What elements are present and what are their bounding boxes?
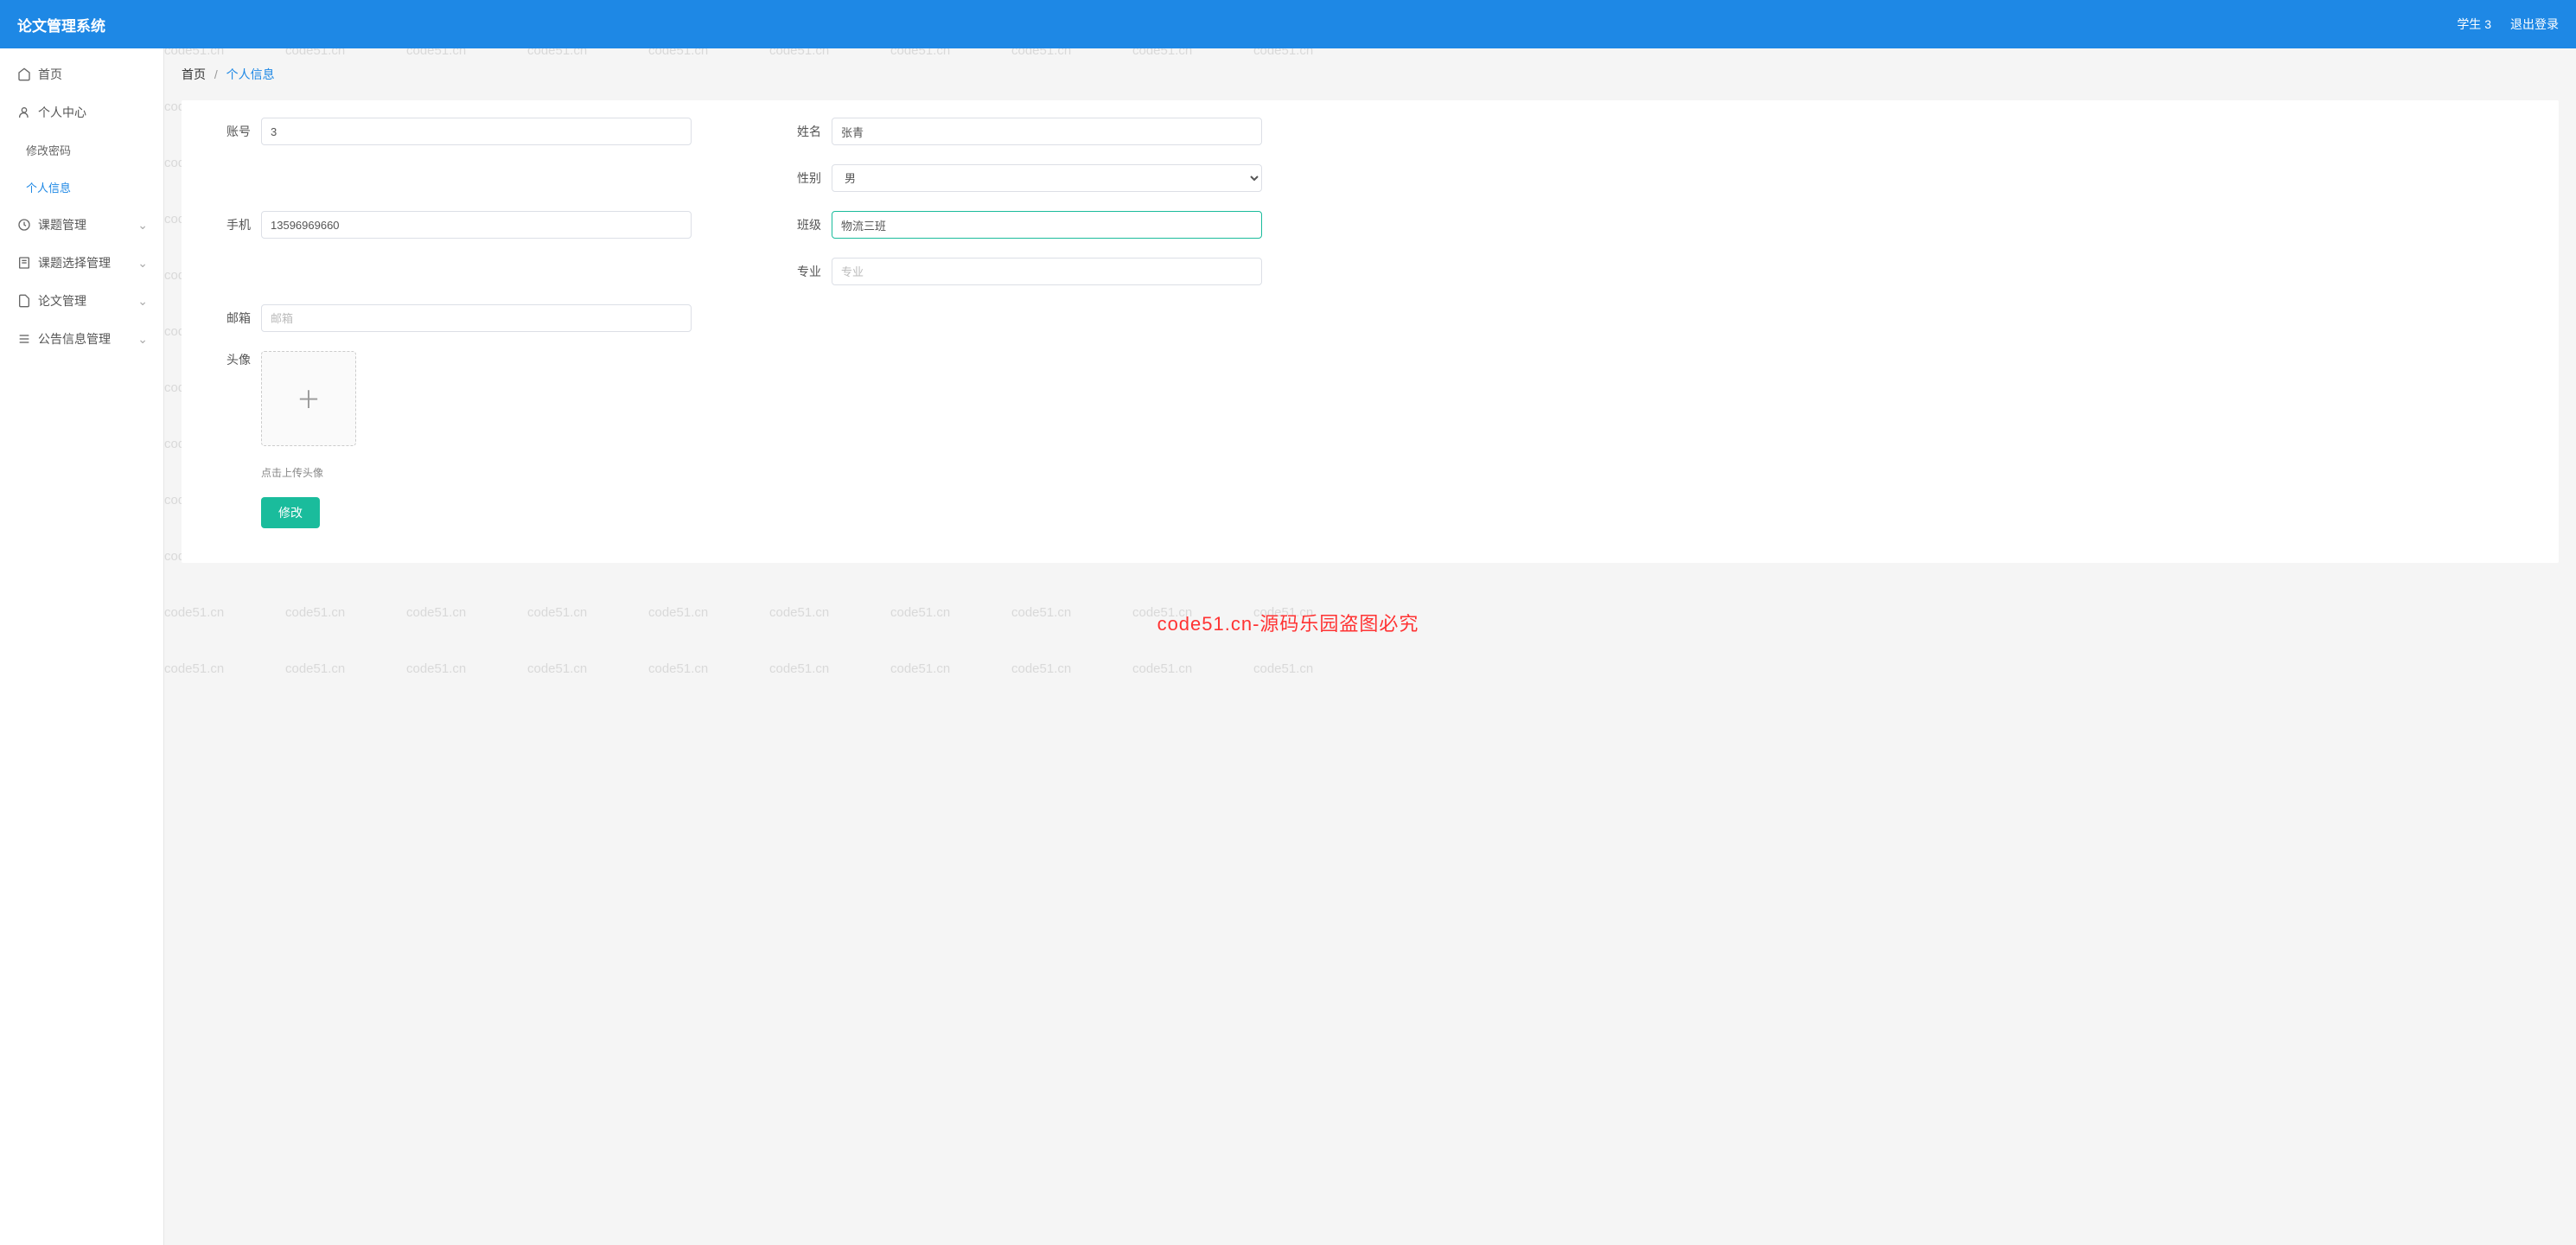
class-input[interactable] [832,211,1262,239]
chevron-down-icon: ⌄ [137,218,148,233]
name-input[interactable] [832,118,1262,145]
chevron-down-icon: ⌄ [137,256,148,271]
sidebar-item-topic-select[interactable]: 课题选择管理 ⌄ [0,244,163,282]
logout-link[interactable]: 退出登录 [2510,16,2559,33]
chevron-down-icon: ⌄ [137,332,148,347]
plus-icon: ＋ [296,381,321,416]
form-panel: 账号 姓名 性别 男 手机 [182,100,2559,563]
account-input[interactable] [261,118,692,145]
avatar-hint: 点击上传头像 [261,465,2533,480]
sidebar-item-personal-info[interactable]: 个人信息 [0,169,163,206]
breadcrumb-current: 个人信息 [226,67,275,81]
sidebar-item-label: 首页 [38,66,62,83]
major-label: 专业 [778,263,821,280]
name-label: 姓名 [778,123,821,140]
avatar-upload[interactable]: ＋ [261,351,356,446]
major-input[interactable] [832,258,1262,285]
chevron-down-icon: ⌄ [137,294,148,309]
breadcrumb-root[interactable]: 首页 [182,67,206,81]
sidebar-item-label: 论文管理 [38,292,86,310]
sidebar-item-label: 课题管理 [38,216,86,233]
header-right: 学生 3 退出登录 [2457,16,2559,33]
list-icon [17,332,31,346]
breadcrumb-separator: / [214,67,218,81]
file-icon [17,294,31,308]
sidebar-item-personal[interactable]: 个人中心 [0,93,163,131]
sidebar-item-label: 课题选择管理 [38,254,111,271]
sidebar-item-thesis-manage[interactable]: 论文管理 ⌄ [0,282,163,320]
phone-input[interactable] [261,211,692,239]
sidebar-item-label: 公告信息管理 [38,330,111,348]
book-icon [17,256,31,270]
submit-button[interactable]: 修改 [261,497,320,528]
email-input[interactable] [261,304,692,332]
sidebar-item-announcement[interactable]: 公告信息管理 ⌄ [0,320,163,358]
sidebar-item-label: 个人信息 [26,179,71,195]
phone-label: 手机 [207,216,251,233]
sidebar-item-topic-manage[interactable]: 课题管理 ⌄ [0,206,163,244]
class-label: 班级 [778,216,821,233]
sidebar-item-label: 修改密码 [26,142,71,158]
email-label: 邮箱 [207,310,251,327]
app-title: 论文管理系统 [17,14,105,35]
sidebar-item-label: 个人中心 [38,104,86,121]
home-icon [17,67,31,81]
sidebar: 首页 个人中心 修改密码 个人信息 课题管理 ⌄ 课题选择管理 ⌄ [0,48,164,1245]
breadcrumb: 首页 / 个人信息 [182,66,2559,83]
account-label: 账号 [207,123,251,140]
clock-icon [17,218,31,232]
gender-select[interactable]: 男 [832,164,1262,192]
avatar-label: 头像 [207,351,251,368]
user-icon [17,105,31,119]
sidebar-item-home[interactable]: 首页 [0,55,163,93]
gender-label: 性别 [778,169,821,187]
header: 论文管理系统 学生 3 退出登录 [0,0,2576,48]
main-content: 首页 / 个人信息 账号 姓名 性别 男 [164,48,2576,1245]
sidebar-item-change-password[interactable]: 修改密码 [0,131,163,169]
user-label[interactable]: 学生 3 [2457,16,2491,33]
